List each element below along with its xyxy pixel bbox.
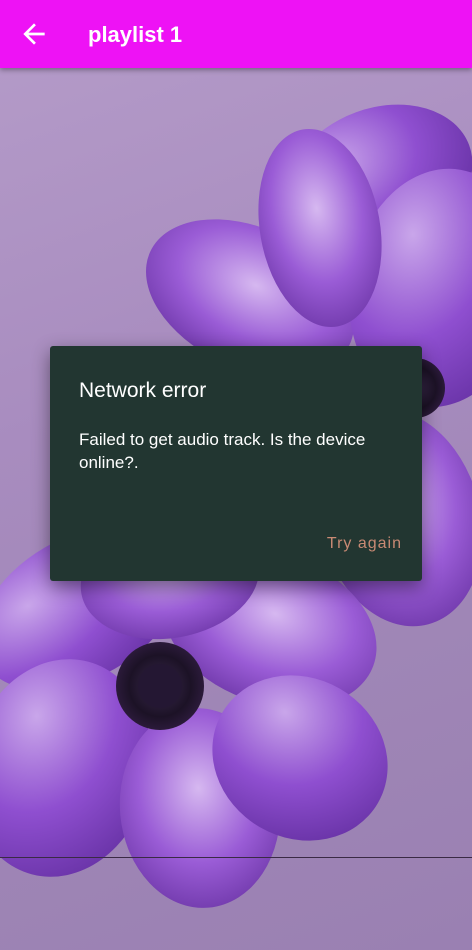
dialog-message: Failed to get audio track. Is the device… [79,430,366,472]
try-again-button[interactable]: Try again [327,534,402,554]
arrow-left-icon [23,23,45,45]
back-button[interactable] [14,14,54,54]
bottom-divider [0,857,472,858]
app-bar: playlist 1 [0,0,472,68]
playlist-screen: playlist 1 Network error Failed to get a… [0,0,472,950]
dialog-title: Network error [79,379,207,402]
network-error-dialog: Network error Failed to get audio track.… [50,346,422,581]
page-title: playlist 1 [88,22,183,47]
